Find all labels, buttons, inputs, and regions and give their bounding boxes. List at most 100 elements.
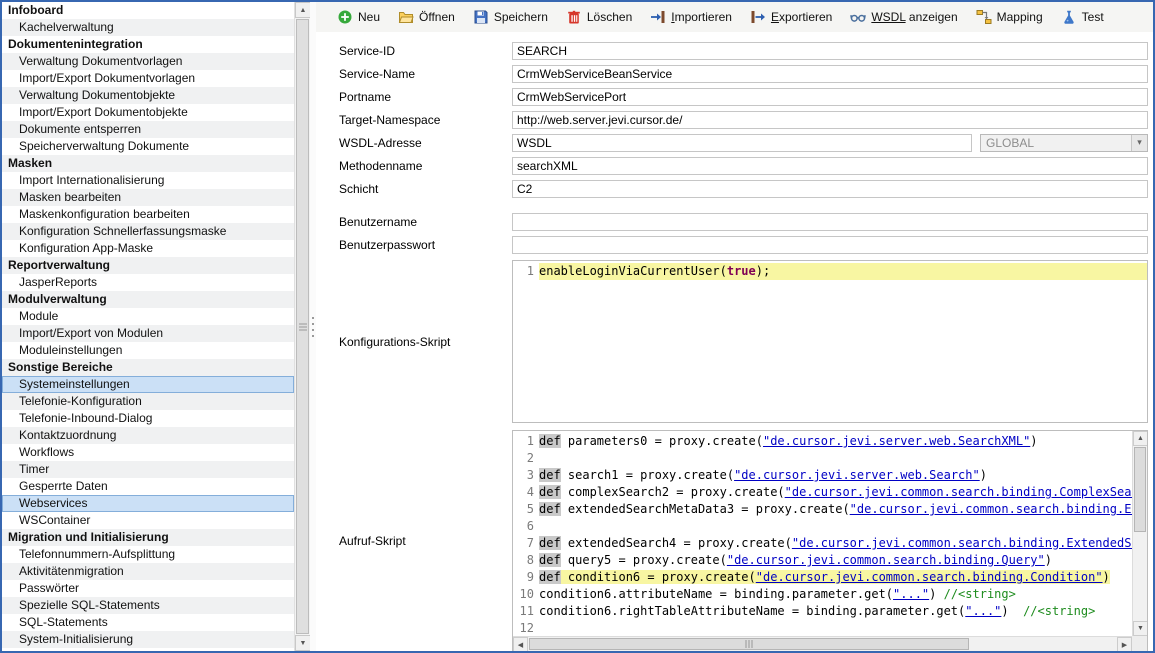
- wsdl-adresse-combo[interactable]: GLOBAL▾: [980, 134, 1148, 152]
- line-number: 11: [513, 603, 534, 620]
- line-number: 8: [513, 552, 534, 569]
- sidebar-item-speicherverwaltung-dokumente[interactable]: Speicherverwaltung Dokumente: [2, 138, 294, 155]
- sidebar-item-konfiguration-schnellerfassungsmaske[interactable]: Konfiguration Schnellerfassungsmaske: [2, 223, 294, 240]
- speichern-button[interactable]: Speichern: [464, 6, 557, 28]
- code-line: def search1 = proxy.create("de.cursor.je…: [539, 467, 1132, 484]
- sidebar-item-modulverwaltung[interactable]: Modulverwaltung: [2, 291, 294, 308]
- sidebar-item-dokumentenintegration[interactable]: Dokumentenintegration: [2, 36, 294, 53]
- sidebar-item-kachelverwaltung[interactable]: Kachelverwaltung: [2, 19, 294, 36]
- sidebar-item-sql-statements[interactable]: SQL-Statements: [2, 614, 294, 631]
- scroll-left-icon[interactable]: ◀: [513, 637, 528, 651]
- editor-horizontal-scrollbar[interactable]: ◀ ▶: [513, 636, 1132, 651]
- wsdl-anzeigen-button[interactable]: WSDL anzeigen: [841, 6, 966, 28]
- horizontal-scrollbar-thumb[interactable]: [529, 638, 969, 650]
- code-area[interactable]: enableLoginViaCurrentUser(true);: [539, 261, 1147, 422]
- line-numbers: 1: [513, 261, 539, 422]
- toolbar-button-label: Test: [1082, 10, 1104, 24]
- exportieren-button[interactable]: Exportieren: [741, 6, 841, 28]
- sidebar-item-wscontainer[interactable]: WSContainer: [2, 512, 294, 529]
- sidebar-scrollbar-thumb[interactable]: [296, 19, 309, 634]
- sidebar-item-telefonnummern-aufsplittung[interactable]: Telefonnummern-Aufsplittung: [2, 546, 294, 563]
- neu-button[interactable]: Neu: [328, 6, 389, 28]
- code-line: def complexSearch2 = proxy.create("de.cu…: [539, 484, 1132, 501]
- service-id-input[interactable]: [512, 42, 1148, 60]
- test-button[interactable]: Test: [1052, 6, 1113, 28]
- scroll-up-icon[interactable]: ▲: [295, 2, 311, 18]
- sidebar-item-import-export-dokumentobjekte[interactable]: Import/Export Dokumentobjekte: [2, 104, 294, 121]
- sidebar-item-import-export-von-modulen[interactable]: Import/Export von Modulen: [2, 325, 294, 342]
- code-area[interactable]: def parameters0 = proxy.create("de.curso…: [539, 431, 1132, 636]
- config-script-label: Konfigurations-Skript: [339, 335, 512, 349]
- sidebar-item-reportverwaltung[interactable]: Reportverwaltung: [2, 257, 294, 274]
- service-name-label: Service-Name: [339, 67, 512, 81]
- importieren-button[interactable]: Importieren: [641, 6, 741, 28]
- toolbar-button-label: Löschen: [587, 10, 632, 24]
- sidebar-item-import-internationalisierung[interactable]: Import Internationalisierung: [2, 172, 294, 189]
- scroll-right-icon[interactable]: ▶: [1117, 637, 1132, 651]
- toolbar-button-label: Speichern: [494, 10, 548, 24]
- methodenname-input[interactable]: [512, 157, 1148, 175]
- sidebar-item-aktivitaetenmigration[interactable]: Aktivitätenmigration: [2, 563, 294, 580]
- oeffnen-button[interactable]: Öffnen: [389, 6, 464, 28]
- sidebar-item-migration-und-initialisierung[interactable]: Migration und Initialisierung: [2, 529, 294, 546]
- sidebar-item-maskenkonfiguration-bearbeiten[interactable]: Maskenkonfiguration bearbeiten: [2, 206, 294, 223]
- sidebar-item-system-initialisierung[interactable]: System-Initialisierung: [2, 631, 294, 648]
- sidebar-item-import-export-dokumentvorlagen[interactable]: Import/Export Dokumentvorlagen: [2, 70, 294, 87]
- sidebar-item-konfiguration-app-maske[interactable]: Konfiguration App-Maske: [2, 240, 294, 257]
- sidebar-item-jasperreports[interactable]: JasperReports: [2, 274, 294, 291]
- portname-label: Portname: [339, 90, 512, 104]
- portname-row: Portname: [316, 85, 1153, 108]
- sidebar-item-verwaltung-dokumentobjekte[interactable]: Verwaltung Dokumentobjekte: [2, 87, 294, 104]
- toolbar-button-label: Exportieren: [771, 10, 832, 24]
- sidebar-item-moduleinstellungen[interactable]: Moduleinstellungen: [2, 342, 294, 359]
- sidebar-item-timer[interactable]: Timer: [2, 461, 294, 478]
- sidebar-item-infoboard[interactable]: Infoboard: [2, 2, 294, 19]
- sidebar-item-verwaltung-dokumentvorlagen[interactable]: Verwaltung Dokumentvorlagen: [2, 53, 294, 70]
- scroll-down-icon[interactable]: ▼: [1133, 621, 1148, 636]
- service-id-label: Service-ID: [339, 44, 512, 58]
- line-number: 5: [513, 501, 534, 518]
- line-number: 10: [513, 586, 534, 603]
- target-namespace-input[interactable]: [512, 111, 1148, 129]
- sidebar-item-passwoerter[interactable]: Passwörter: [2, 580, 294, 597]
- sidebar-item-sonstige-bereiche[interactable]: Sonstige Bereiche: [2, 359, 294, 376]
- chevron-down-icon: ▾: [1131, 135, 1147, 151]
- sidebar-item-kontaktzuordnung[interactable]: Kontaktzuordnung: [2, 427, 294, 444]
- code-line: def parameters0 = proxy.create("de.curso…: [539, 433, 1132, 450]
- scroll-down-icon[interactable]: ▼: [295, 635, 311, 651]
- sidebar-scrollbar[interactable]: ▲ ▼: [294, 2, 310, 651]
- sidebar-item-gesperrte-daten[interactable]: Gesperrte Daten: [2, 478, 294, 495]
- wsdl-adresse-input[interactable]: [512, 134, 972, 152]
- sidebar-item-masken-bearbeiten[interactable]: Masken bearbeiten: [2, 189, 294, 206]
- sidebar-item-dokumente-entsperren[interactable]: Dokumente entsperren: [2, 121, 294, 138]
- sidebar-item-webservices[interactable]: Webservices: [2, 495, 294, 512]
- sidebar-item-telefonie-inbound-dialog[interactable]: Telefonie-Inbound-Dialog: [2, 410, 294, 427]
- mapping-button[interactable]: Mapping: [967, 6, 1052, 28]
- methodenname-row: Methodenname: [316, 154, 1153, 177]
- schicht-input[interactable]: [512, 180, 1148, 198]
- call-script-editor[interactable]: 123456789101112def parameters0 = proxy.c…: [512, 430, 1148, 651]
- delete-icon: [566, 9, 582, 25]
- wsdl-adresse-label: WSDL-Adresse: [339, 136, 512, 150]
- sidebar-item-telefonie-konfiguration[interactable]: Telefonie-Konfiguration: [2, 393, 294, 410]
- benutzerpasswort-input[interactable]: [512, 236, 1148, 254]
- service-name-input[interactable]: [512, 65, 1148, 83]
- benutzername-input[interactable]: [512, 213, 1148, 231]
- sidebar-item-workflows[interactable]: Workflows: [2, 444, 294, 461]
- code-line: def extendedSearch4 = proxy.create("de.c…: [539, 535, 1132, 552]
- config-script-editor[interactable]: 1enableLoginViaCurrentUser(true);: [512, 260, 1148, 423]
- methodenname-label: Methodenname: [339, 159, 512, 173]
- vertical-scrollbar-thumb[interactable]: [1134, 447, 1146, 532]
- sidebar-item-module[interactable]: Module: [2, 308, 294, 325]
- sidebar-item-masken[interactable]: Masken: [2, 155, 294, 172]
- portname-input[interactable]: [512, 88, 1148, 106]
- service-name-row: Service-Name: [316, 62, 1153, 85]
- loeschen-button[interactable]: Löschen: [557, 6, 641, 28]
- editor-vertical-scrollbar[interactable]: ▲ ▼: [1132, 431, 1147, 636]
- sidebar-item-spezielle-sql-statements[interactable]: Spezielle SQL-Statements: [2, 597, 294, 614]
- code-line: condition6.rightTableAttributeName = bin…: [539, 603, 1132, 620]
- sidebar-item-systemeinstellungen[interactable]: Systemeinstellungen: [2, 376, 294, 393]
- code-line: [539, 620, 1132, 636]
- scroll-up-icon[interactable]: ▲: [1133, 431, 1148, 446]
- line-number: 4: [513, 484, 534, 501]
